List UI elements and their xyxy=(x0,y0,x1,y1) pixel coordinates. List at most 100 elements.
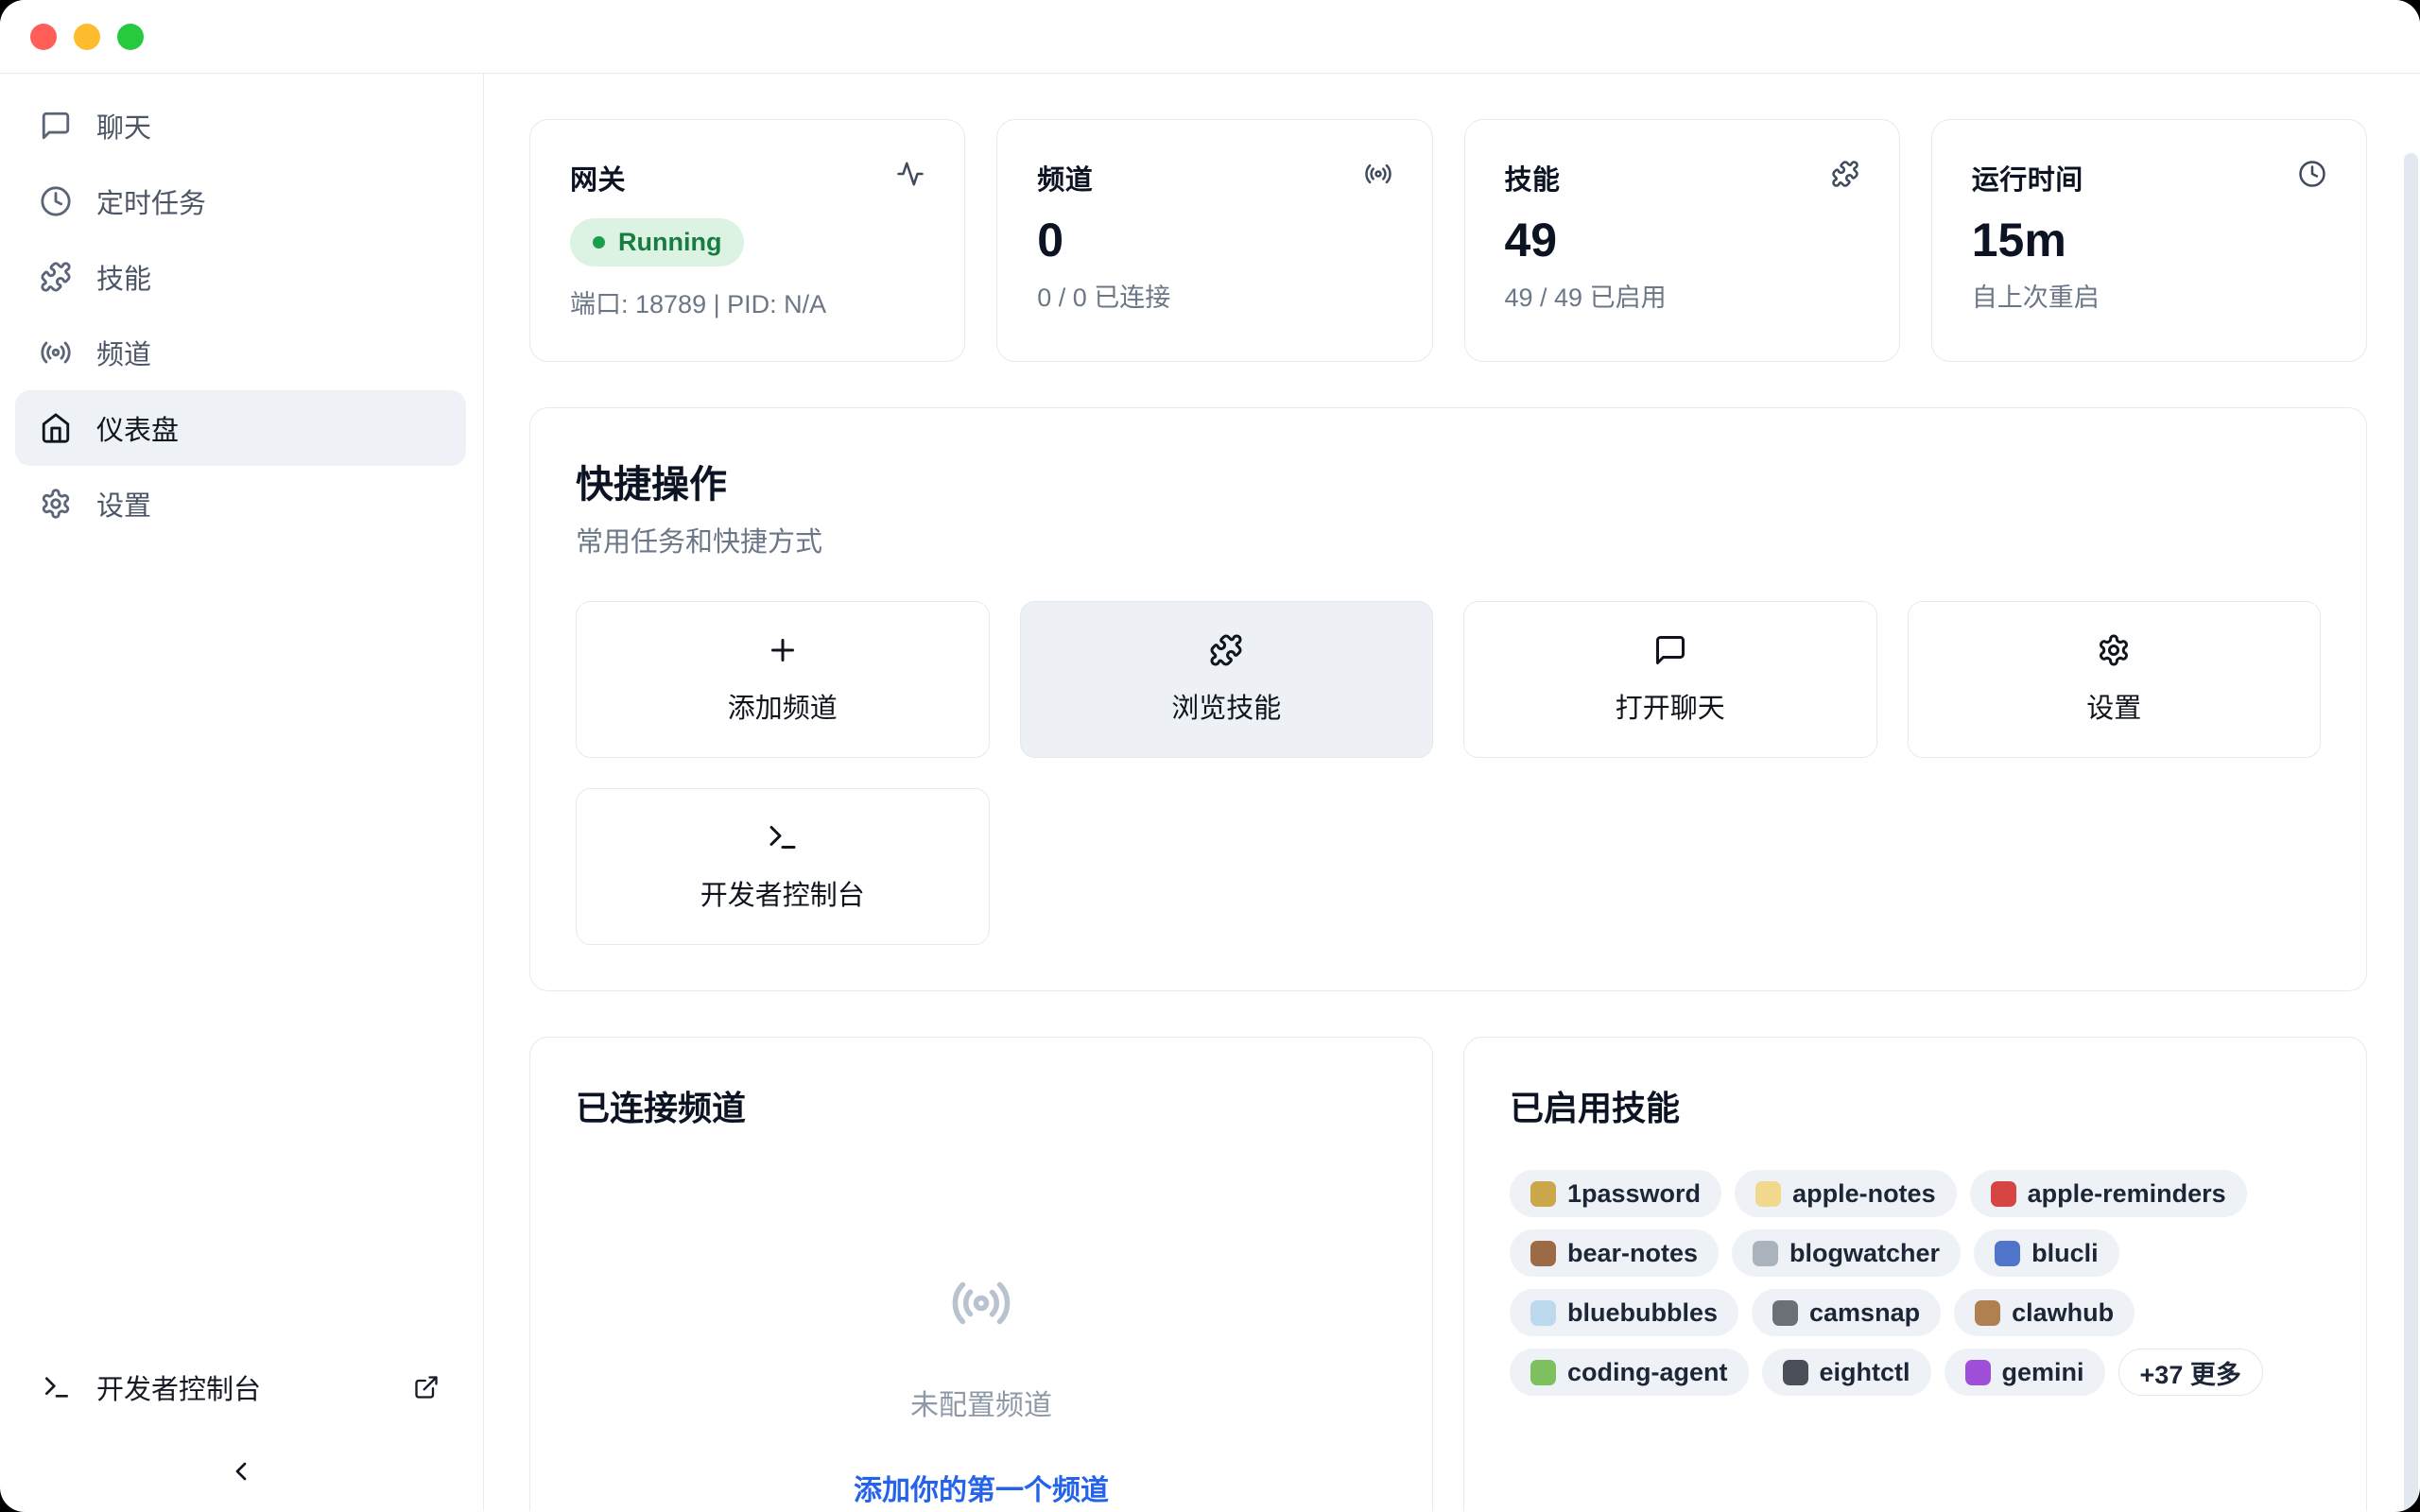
sidebar-item-channels[interactable]: 频道 xyxy=(15,315,466,390)
skill-chip[interactable]: coding-agent xyxy=(1510,1349,1749,1396)
home-icon xyxy=(40,412,72,444)
puzzle-icon xyxy=(40,261,72,293)
sidebar-item-skills[interactable]: 技能 xyxy=(15,239,466,315)
skill-chip-label: camsnap xyxy=(1809,1298,1920,1328)
radio-icon xyxy=(950,1272,1012,1334)
open-chat-label: 打开聊天 xyxy=(1616,686,1725,726)
puzzle-icon xyxy=(1209,633,1243,667)
minimize-button[interactable] xyxy=(74,24,100,50)
skill-chips: 1password apple-notes apple-reminders bear-… xyxy=(1510,1170,2321,1396)
skill-chip[interactable]: apple-notes xyxy=(1735,1170,1957,1217)
skills-count: 49 xyxy=(1505,213,1859,267)
gear-icon xyxy=(2097,633,2131,667)
connected-channels-card: 已连接频道 未配置频道 添加你的第一个频道 xyxy=(529,1037,1433,1511)
skill-chip-label: eightctl xyxy=(1820,1358,1910,1387)
sidebar-item-label: 定时任务 xyxy=(96,181,206,221)
skill-chip-label: bluebubbles xyxy=(1567,1298,1718,1328)
skill-chip[interactable]: camsnap xyxy=(1752,1289,1941,1336)
gateway-status-badge: Running xyxy=(570,218,744,266)
channels-count: 0 xyxy=(1037,213,1392,267)
gateway-port-pid: 端口: 18789 | PID: N/A xyxy=(570,284,925,320)
open-chat-button[interactable]: 打开聊天 xyxy=(1463,601,1877,758)
gateway-stat-card: 网关 Running 端口: 18789 | PID: N/A xyxy=(529,119,965,362)
puzzle-icon xyxy=(1831,160,1859,188)
sidebar-item-chat[interactable]: 聊天 xyxy=(15,88,466,163)
channels-card-title: 频道 xyxy=(1037,158,1093,198)
sidebar-item-label: 频道 xyxy=(96,333,151,372)
uptime-card-title: 运行时间 xyxy=(1972,158,2083,198)
skill-emoji-icon xyxy=(1991,1181,2016,1207)
skill-chip[interactable]: 1password xyxy=(1510,1170,1721,1217)
skill-chip-label: 1password xyxy=(1567,1179,1701,1209)
skill-chip[interactable]: bluebubbles xyxy=(1510,1289,1738,1336)
skill-chip[interactable]: clawhub xyxy=(1954,1289,2135,1336)
dashboard-main: 网关 Running 端口: 18789 | PID: N/A 频道 0 xyxy=(484,74,2420,1511)
add-channel-label: 添加频道 xyxy=(728,686,838,726)
sidebar-item-scheduled-tasks[interactable]: 定时任务 xyxy=(15,163,466,239)
clock-icon xyxy=(2298,160,2326,188)
skill-emoji-icon xyxy=(1772,1300,1798,1326)
zoom-button[interactable] xyxy=(117,24,144,50)
enabled-skills-title: 已启用技能 xyxy=(1510,1081,2321,1130)
skill-chip[interactable]: blucli xyxy=(1974,1229,2119,1277)
skill-chip-label: bear-notes xyxy=(1567,1239,1698,1268)
skill-chip-label: coding-agent xyxy=(1567,1358,1728,1387)
skill-chip-label: clawhub xyxy=(2012,1298,2114,1328)
skill-chip[interactable]: blogwatcher xyxy=(1732,1229,1961,1277)
uptime-stat-card: 运行时间 15m 自上次重启 xyxy=(1931,119,2367,362)
skill-chip[interactable]: gemini xyxy=(1945,1349,2105,1396)
scrollbar-thumb[interactable] xyxy=(2404,153,2418,1511)
channels-stat-card: 频道 0 0 / 0 已连接 xyxy=(996,119,1432,362)
skill-emoji-icon xyxy=(1530,1181,1556,1207)
skill-chip-label: blogwatcher xyxy=(1789,1239,1940,1268)
add-channel-button[interactable]: 添加频道 xyxy=(576,601,990,758)
terminal-icon xyxy=(42,1372,72,1402)
close-button[interactable] xyxy=(30,24,57,50)
settings-label: 设置 xyxy=(2086,686,2141,726)
terminal-icon xyxy=(766,820,800,854)
skill-emoji-icon xyxy=(1753,1241,1778,1266)
external-link-icon[interactable] xyxy=(413,1374,440,1400)
add-first-channel-link[interactable]: 添加你的第一个频道 xyxy=(854,1467,1109,1508)
developer-console-link[interactable]: 开发者控制台 xyxy=(15,1354,466,1420)
browse-skills-label: 浏览技能 xyxy=(1171,686,1281,726)
skill-emoji-icon xyxy=(1530,1241,1556,1266)
sidebar-collapse-button[interactable] xyxy=(15,1456,466,1486)
sidebar-item-label: 技能 xyxy=(96,257,151,297)
gateway-card-title: 网关 xyxy=(570,158,626,198)
sidebar-item-label: 设置 xyxy=(96,484,151,524)
skill-chip[interactable]: eightctl xyxy=(1762,1349,1931,1396)
skills-stat-card: 技能 49 49 / 49 已启用 xyxy=(1464,119,1900,362)
skill-chip-label: blucli xyxy=(2031,1239,2099,1268)
skill-chip[interactable]: bear-notes xyxy=(1510,1229,1719,1277)
sidebar: 聊天 定时任务 技能 频道 仪表盘 设置 xyxy=(0,74,484,1511)
gateway-status-text: Running xyxy=(618,228,721,257)
enabled-skills-card: 已启用技能 1password apple-notes apple-reminder… xyxy=(1463,1037,2367,1511)
skill-chip-label: gemini xyxy=(2002,1358,2084,1387)
settings-button[interactable]: 设置 xyxy=(1908,601,2322,758)
skill-emoji-icon xyxy=(1975,1300,2000,1326)
skill-chip[interactable]: apple-reminders xyxy=(1970,1170,2247,1217)
quick-actions-subtitle: 常用任务和快捷方式 xyxy=(576,520,2321,559)
more-skills-chip[interactable]: +37 更多 xyxy=(2118,1349,2263,1396)
skill-emoji-icon xyxy=(1530,1300,1556,1326)
skill-emoji-icon xyxy=(1755,1181,1781,1207)
radio-icon xyxy=(40,336,72,369)
traffic-lights xyxy=(30,24,144,50)
chat-bubble-icon xyxy=(40,110,72,142)
quick-actions-title: 快捷操作 xyxy=(576,454,2321,508)
no-channels-text: 未配置频道 xyxy=(910,1382,1052,1423)
uptime-subtitle: 自上次重启 xyxy=(1972,277,2326,314)
sidebar-item-settings[interactable]: 设置 xyxy=(15,466,466,541)
browse-skills-button[interactable]: 浏览技能 xyxy=(1020,601,1434,758)
titlebar xyxy=(0,0,2420,74)
developer-console-btn-label: 开发者控制台 xyxy=(700,873,865,913)
sidebar-item-dashboard[interactable]: 仪表盘 xyxy=(15,390,466,466)
developer-console-button[interactable]: 开发者控制台 xyxy=(576,788,990,945)
developer-console-label: 开发者控制台 xyxy=(96,1367,261,1407)
skill-emoji-icon xyxy=(1965,1360,1991,1385)
skill-emoji-icon xyxy=(1783,1360,1808,1385)
plus-icon xyxy=(766,633,800,667)
chevron-left-icon xyxy=(226,1456,256,1486)
gear-icon xyxy=(40,488,72,520)
